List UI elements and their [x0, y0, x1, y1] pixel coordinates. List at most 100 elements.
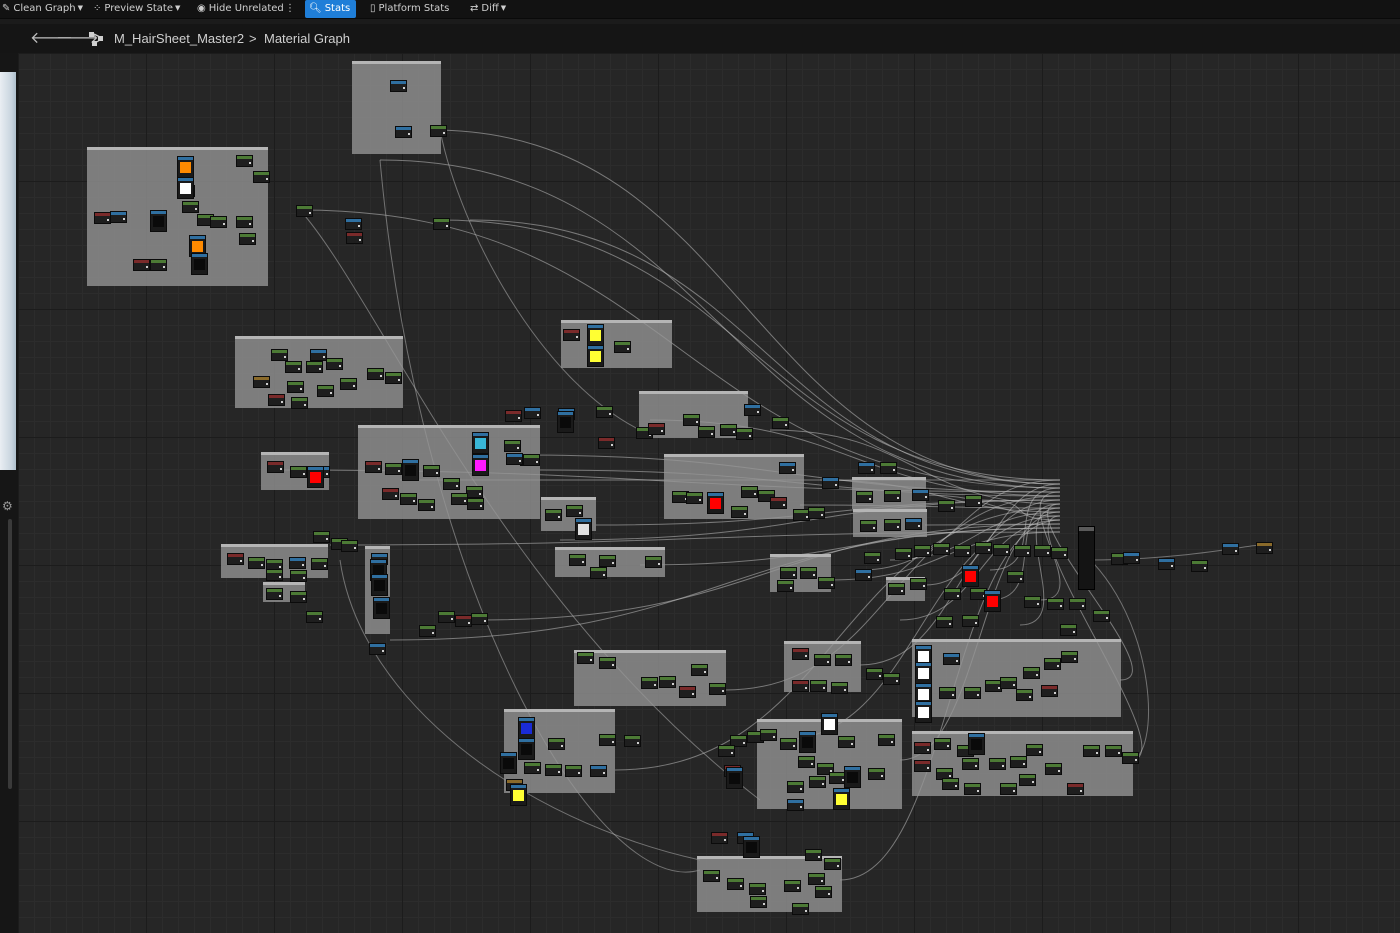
texture-sample-node[interactable]	[371, 574, 388, 596]
expression-node[interactable]	[1047, 598, 1064, 610]
expression-node[interactable]	[798, 756, 815, 768]
expression-node[interactable]	[868, 768, 885, 780]
expression-node[interactable]	[965, 495, 982, 507]
expression-node[interactable]	[365, 461, 382, 473]
expression-node[interactable]	[227, 553, 244, 565]
expression-node[interactable]	[975, 542, 992, 554]
viewport-preview[interactable]	[0, 72, 16, 470]
diff-button[interactable]: ⇄ Diff ▼	[470, 0, 506, 18]
expression-node[interactable]	[838, 736, 855, 748]
texture-sample-node[interactable]	[557, 411, 574, 433]
expression-node[interactable]	[395, 126, 412, 138]
expression-node[interactable]	[1158, 558, 1175, 570]
expression-node[interactable]	[1067, 783, 1084, 795]
expression-node[interactable]	[367, 368, 384, 380]
platform-stats-button[interactable]: ▯ Platform Stats	[370, 0, 449, 18]
expression-node[interactable]	[566, 505, 583, 517]
expression-node[interactable]	[590, 765, 607, 777]
expression-node[interactable]	[884, 490, 901, 502]
expression-node[interactable]	[787, 781, 804, 793]
expression-node[interactable]	[310, 349, 327, 361]
expression-node[interactable]	[934, 738, 951, 750]
material-graph-canvas[interactable]	[18, 53, 1400, 933]
expression-node[interactable]	[691, 664, 708, 676]
expression-node[interactable]	[792, 680, 809, 692]
expression-node[interactable]	[936, 616, 953, 628]
expression-node[interactable]	[784, 880, 801, 892]
expression-node[interactable]	[750, 896, 767, 908]
texture-sample-node[interactable]	[962, 565, 979, 587]
expression-node[interactable]	[709, 683, 726, 695]
expression-node[interactable]	[989, 758, 1006, 770]
expression-node[interactable]	[340, 378, 357, 390]
expression-node[interactable]	[1026, 744, 1043, 756]
expression-node[interactable]	[1123, 552, 1140, 564]
expression-node[interactable]	[698, 426, 715, 438]
expression-node[interactable]	[1007, 571, 1024, 583]
expression-node[interactable]	[545, 509, 562, 521]
expression-node[interactable]	[287, 381, 304, 393]
expression-node[interactable]	[133, 259, 150, 271]
expression-node[interactable]	[471, 613, 488, 625]
expression-node[interactable]	[1041, 685, 1058, 697]
expression-node[interactable]	[267, 461, 284, 473]
breadcrumb-graph[interactable]: Material Graph	[264, 30, 350, 47]
expression-node[interactable]	[94, 212, 111, 224]
comment-box[interactable]	[352, 61, 441, 154]
expression-node[interactable]	[455, 615, 472, 627]
expression-node[interactable]	[942, 778, 959, 790]
expression-node[interactable]	[545, 764, 562, 776]
expression-node[interactable]	[760, 729, 777, 741]
expression-node[interactable]	[1034, 545, 1051, 557]
expression-node[interactable]	[910, 578, 927, 590]
expression-node[interactable]	[451, 493, 468, 505]
expression-node[interactable]	[271, 349, 288, 361]
expression-node[interactable]	[599, 734, 616, 746]
expression-node[interactable]	[1014, 545, 1031, 557]
texture-sample-node[interactable]	[307, 466, 324, 488]
expression-node[interactable]	[1010, 756, 1027, 768]
texture-sample-node[interactable]	[821, 713, 838, 735]
expression-node[interactable]	[110, 211, 127, 223]
expression-node[interactable]	[1044, 658, 1061, 670]
expression-node[interactable]	[943, 653, 960, 665]
stats-button[interactable]: 🔍︎ Stats	[305, 0, 357, 18]
expression-node[interactable]	[914, 760, 931, 772]
expression-node[interactable]	[895, 548, 912, 560]
expression-node[interactable]	[818, 577, 835, 589]
expression-node[interactable]	[369, 643, 386, 655]
expression-node[interactable]	[792, 903, 809, 915]
expression-node[interactable]	[285, 361, 302, 373]
expression-node[interactable]	[385, 463, 402, 475]
expression-node[interactable]	[835, 654, 852, 666]
expression-node[interactable]	[467, 498, 484, 510]
expression-node[interactable]	[683, 414, 700, 426]
expression-node[interactable]	[523, 454, 540, 466]
expression-node[interactable]	[382, 488, 399, 500]
expression-node[interactable]	[1051, 547, 1068, 559]
expression-node[interactable]	[599, 555, 616, 567]
preview-state-button[interactable]: ⁘ Preview State ▼	[93, 0, 180, 18]
expression-node[interactable]	[787, 799, 804, 811]
texture-sample-node[interactable]	[177, 156, 194, 178]
expression-node[interactable]	[390, 80, 407, 92]
expression-node[interactable]	[430, 125, 447, 137]
expression-node[interactable]	[880, 462, 897, 474]
expression-node[interactable]	[1069, 598, 1086, 610]
texture-sample-node[interactable]	[472, 432, 489, 454]
expression-node[interactable]	[831, 682, 848, 694]
texture-sample-node[interactable]	[707, 492, 724, 514]
expression-node[interactable]	[614, 341, 631, 353]
expression-node[interactable]	[345, 218, 362, 230]
expression-node[interactable]	[855, 569, 872, 581]
expression-node[interactable]	[822, 477, 839, 489]
expression-node[interactable]	[645, 556, 662, 568]
expression-node[interactable]	[291, 397, 308, 409]
expression-node[interactable]	[962, 615, 979, 627]
clean-graph-button[interactable]: ✎ Clean Graph ▼	[2, 0, 83, 18]
expression-node[interactable]	[268, 394, 285, 406]
expression-node[interactable]	[777, 580, 794, 592]
expression-node[interactable]	[808, 507, 825, 519]
expression-node[interactable]	[548, 738, 565, 750]
breadcrumb-asset[interactable]: M_HairSheet_Master2	[114, 30, 244, 47]
